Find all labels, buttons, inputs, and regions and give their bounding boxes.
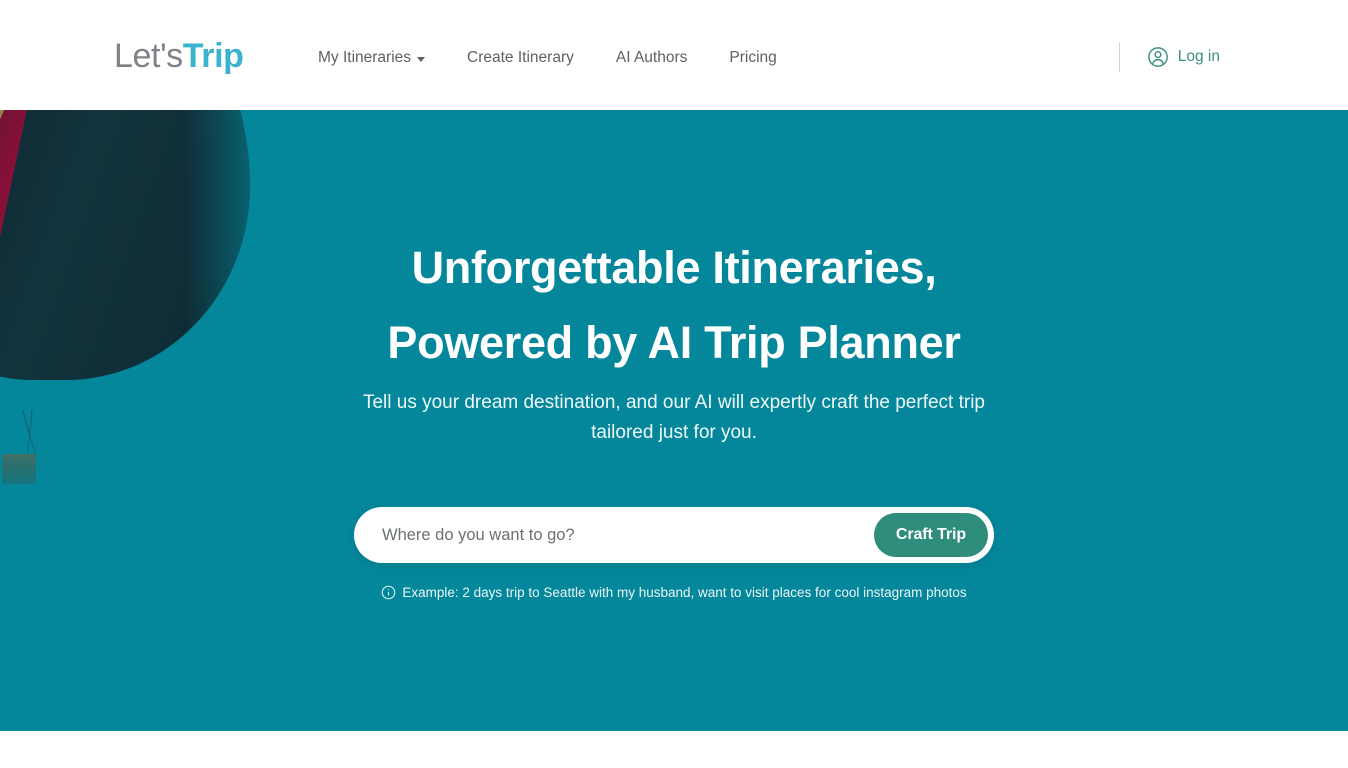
- nav-label-pricing: Pricing: [729, 49, 777, 66]
- nav-item-ai-authors[interactable]: AI Authors: [616, 45, 688, 71]
- logo-text-trip: Trip: [182, 37, 244, 75]
- nav-item-my-itineraries[interactable]: My Itineraries: [318, 45, 426, 71]
- nav-label-my-itineraries: My Itineraries: [318, 49, 412, 66]
- hero-section: Unforgettable Itineraries, Powered by AI…: [0, 110, 1348, 731]
- nav-label-create-itinerary: Create Itinerary: [467, 49, 574, 66]
- info-circle-icon: [381, 585, 396, 600]
- main-navigation: My Itineraries Create Itinerary AI Autho…: [318, 45, 777, 71]
- hero-content: Unforgettable Itineraries, Powered by AI…: [0, 110, 1348, 731]
- login-label: Log in: [1177, 48, 1220, 65]
- site-logo[interactable]: Let'sTrip: [114, 36, 244, 76]
- nav-label-ai-authors: AI Authors: [615, 49, 688, 66]
- site-header: Let'sTrip My Itineraries Create Itinerar…: [0, 0, 1348, 110]
- destination-search-input[interactable]: [382, 514, 874, 556]
- example-hint: Example: 2 days trip to Seattle with my …: [354, 583, 994, 603]
- logo-text-lets: Let's: [114, 37, 183, 75]
- destination-search-bar: Craft Trip: [354, 507, 994, 563]
- page-body-below-hero: [0, 731, 1348, 768]
- user-circle-icon: [1147, 46, 1169, 68]
- nav-item-pricing[interactable]: Pricing: [729, 45, 776, 71]
- example-hint-text: Example: 2 days trip to Seattle with my …: [402, 585, 967, 600]
- hero-title: Unforgettable Itineraries, Powered by AI…: [0, 230, 1348, 380]
- hero-subtitle: Tell us your dream destination, and our …: [362, 392, 986, 443]
- nav-item-create-itinerary[interactable]: Create Itinerary: [467, 45, 574, 71]
- hero-title-line-2: Powered by AI Trip Planner: [387, 317, 961, 368]
- header-right-group: Log in: [1118, 42, 1220, 72]
- login-button[interactable]: Log in: [1147, 44, 1220, 70]
- chevron-down-icon: [417, 56, 426, 62]
- page-root: Let'sTrip My Itineraries Create Itinerar…: [0, 0, 1348, 768]
- header-divider: [1118, 42, 1120, 72]
- craft-trip-button[interactable]: Craft Trip: [873, 513, 988, 557]
- hero-title-line-1: Unforgettable Itineraries,: [411, 242, 937, 293]
